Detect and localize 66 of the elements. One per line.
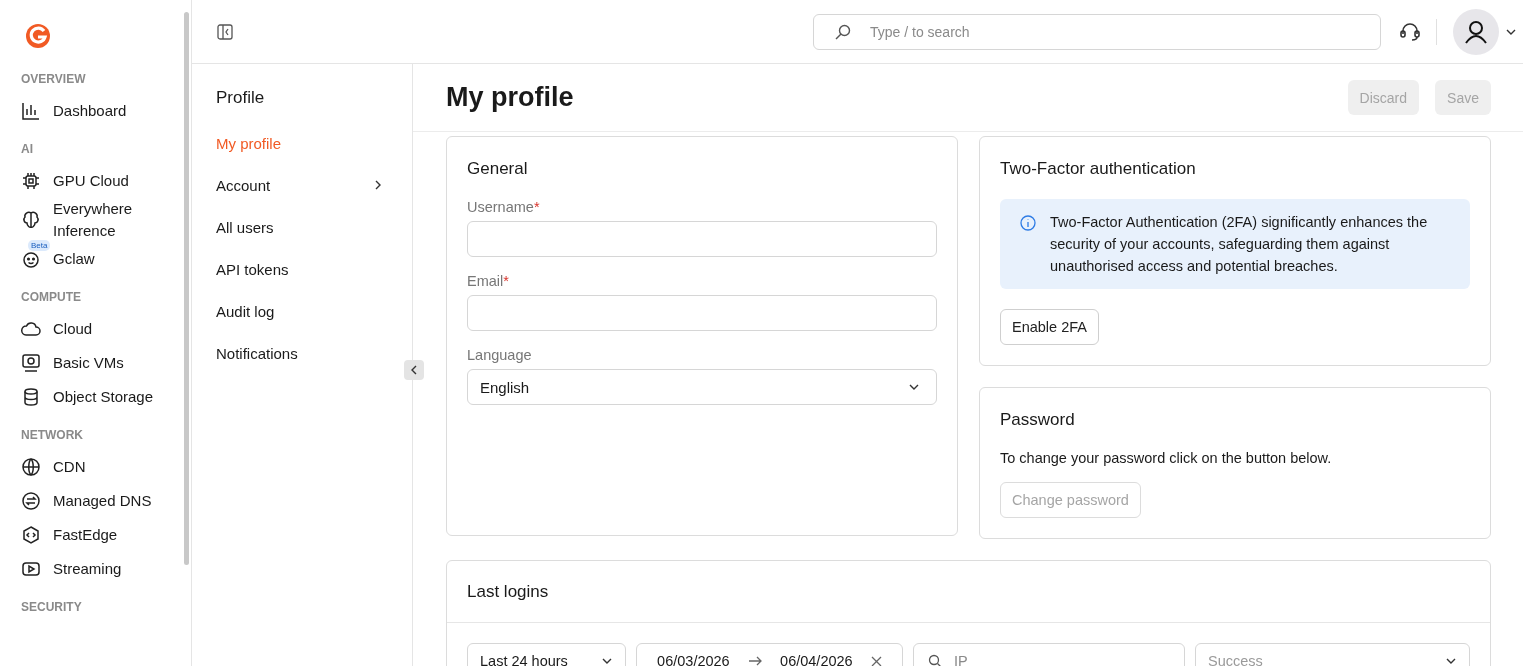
section-heading: NETWORK (21, 428, 84, 442)
section-heading: OVERVIEW (21, 72, 87, 86)
sidebar-toggle-icon[interactable] (217, 23, 233, 40)
nav-item[interactable]: Cloud (21, 312, 171, 346)
info-text: Two-Factor Authentication (2FA) significantly enhances the security of your accounts, safeguarding them against unauthorised access and potential breaches. (1050, 213, 1429, 276)
close-icon[interactable] (870, 655, 882, 666)
enable-2fa-button[interactable]: Enable 2FA (1000, 309, 1099, 345)
input-field[interactable] (467, 295, 937, 331)
subnav-item[interactable]: Notifications (216, 332, 384, 374)
collapse-button[interactable] (404, 360, 424, 380)
page-title: My profile (446, 82, 574, 113)
section-heading: AI (21, 142, 34, 156)
required-mark: * (533, 199, 540, 215)
nav-item[interactable]: Beta Gclaw (21, 242, 171, 276)
nav-item[interactable]: Managed DNS (21, 484, 171, 518)
nav-item[interactable]: CDN (21, 450, 171, 484)
swap-icon (21, 491, 41, 511)
section-heading: COMPUTE (21, 290, 82, 304)
search-icon (928, 654, 942, 666)
code-icon (21, 525, 41, 545)
card-title: Last logins (447, 561, 1490, 623)
search-icon (835, 23, 851, 40)
subnav-item[interactable]: Audit log (216, 290, 384, 332)
card-title: General (467, 159, 529, 179)
date-range-field[interactable]: 06/03/2026 06/04/2026 (636, 643, 903, 666)
globe-icon (21, 457, 41, 477)
card-title: Password (1000, 410, 1076, 430)
nav-item[interactable]: Everywhere Inference (21, 198, 171, 242)
monitor-icon (21, 353, 41, 373)
chip-icon (21, 171, 41, 191)
subnav-item[interactable]: API tokens (216, 248, 384, 290)
face-icon (21, 249, 41, 269)
nav-item[interactable]: GPU Cloud (21, 164, 171, 198)
arrow-right-icon (747, 656, 762, 666)
input-field[interactable] (467, 221, 937, 257)
chevron-left-icon (409, 365, 419, 375)
user-icon (1463, 18, 1489, 45)
avatar[interactable] (1453, 8, 1499, 55)
select-field[interactable]: English (467, 369, 937, 405)
nav-item[interactable]: Streaming (21, 552, 171, 586)
play-icon (21, 559, 41, 579)
nav-item[interactable]: Basic VMs (21, 346, 171, 380)
subnav-item[interactable]: Account (216, 164, 384, 206)
scrollbar[interactable] (184, 12, 189, 565)
logo-icon[interactable] (24, 22, 52, 50)
beta-badge: Beta (28, 240, 51, 251)
field-label: Language (467, 347, 533, 363)
info-icon (1020, 215, 1036, 231)
period-select[interactable]: Last 24 hours (467, 643, 626, 666)
subnav-heading: Profile (216, 88, 266, 108)
brain-icon (21, 210, 41, 230)
bar-chart-icon (21, 101, 41, 121)
required-mark: * (503, 273, 509, 289)
search-field[interactable]: Type / to search (813, 13, 1381, 50)
section-heading: SECURITY (21, 600, 83, 614)
nav-item[interactable]: Object Storage (21, 380, 171, 414)
database-icon (21, 387, 41, 407)
subnav-item[interactable]: All users (216, 206, 384, 248)
field-label: Username* (467, 199, 541, 215)
card-title: Two-Factor authentication (1000, 159, 1197, 179)
password-hint: To change your password click on the button below. (1000, 450, 1333, 466)
cloud-icon (21, 319, 41, 339)
ip-search-field[interactable]: IP (913, 643, 1185, 666)
field-label: Email* (467, 273, 510, 289)
nav-item[interactable]: FastEdge (21, 518, 171, 552)
nav-item[interactable]: Dashboard (21, 94, 171, 128)
